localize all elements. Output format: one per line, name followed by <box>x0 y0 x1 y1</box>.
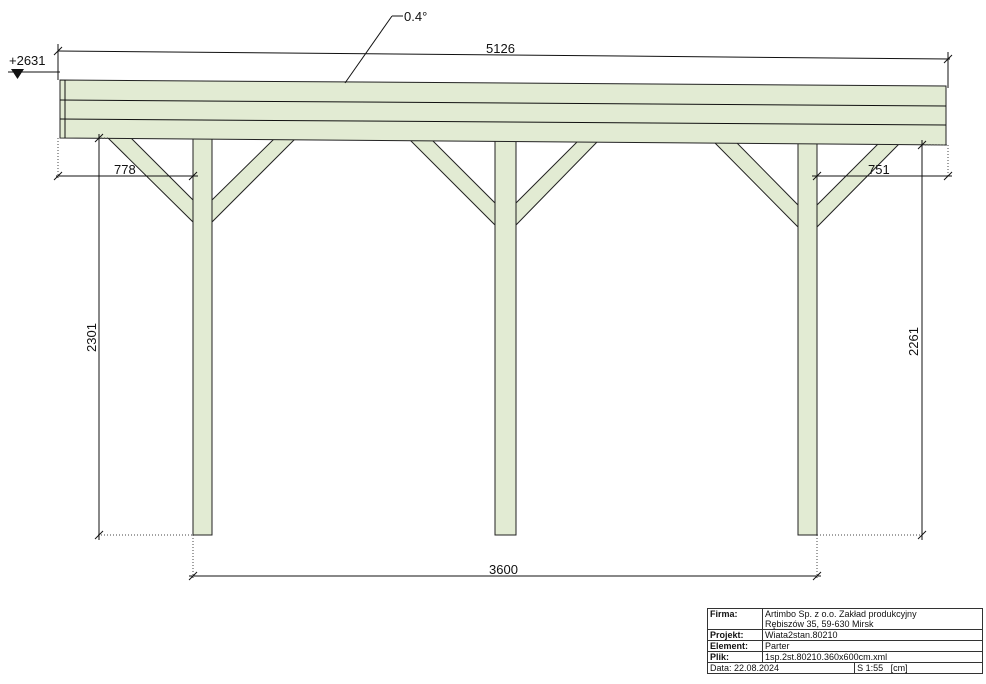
firma-label: Firma: <box>707 608 763 630</box>
dimension-left-height: 2301 <box>84 133 104 540</box>
right-overhang-label: 751 <box>868 162 890 177</box>
plik-label: Plik: <box>707 651 763 663</box>
scale-value: S 1:55 <box>857 663 884 673</box>
title-row-firma: Firma: Artimbo Sp. z o.o. Zakład produkc… <box>707 608 983 630</box>
total-length-label: 5126 <box>486 41 515 56</box>
dimension-right-height: 2261 <box>906 140 927 540</box>
title-row-element: Element: Parter <box>707 640 983 652</box>
posts <box>192 136 818 536</box>
slope-annotation: 0.4° <box>344 9 427 84</box>
post-span-label: 3600 <box>489 562 518 577</box>
left-overhang-label: 778 <box>114 162 136 177</box>
dimension-right-overhang: 751 <box>812 162 953 181</box>
title-block: Firma: Artimbo Sp. z o.o. Zakład produkc… <box>706 608 983 674</box>
brace-right-outer <box>712 141 799 229</box>
plik-value: 1sp.2st.80210.360x600cm.xml <box>762 651 983 663</box>
firma-line2: Rębiszów 35, 59-630 Mirsk <box>765 619 874 629</box>
title-row-projekt: Projekt: Wiata2stan.80210 <box>707 629 983 641</box>
brace-middle-right <box>515 140 600 227</box>
title-row-date: Data: 22.08.2024 S 1:55 [cm] <box>706 662 983 674</box>
brace-right-inner <box>816 142 902 229</box>
elevation-label: +2631 <box>9 53 46 68</box>
post-right <box>797 140 818 536</box>
right-height-label: 2261 <box>906 327 921 356</box>
date-value: Data: 22.08.2024 <box>706 662 856 674</box>
carport-elevation-drawing: 5126 0.4° +2631 778 751 2301 2261 3600 <box>8 9 953 581</box>
elevation-triangle-icon <box>11 69 24 79</box>
unit-value: [cm] <box>890 663 908 673</box>
element-label: Element: <box>707 640 763 652</box>
left-height-label: 2301 <box>84 323 99 352</box>
brace-left-outer <box>106 137 194 224</box>
firma-value: Artimbo Sp. z o.o. Zakład produkcyjny Rę… <box>762 608 983 630</box>
brace-middle-left <box>408 139 496 227</box>
roof-beam <box>59 79 947 146</box>
dimension-post-span: 3600 <box>188 562 822 581</box>
projekt-value: Wiata2stan.80210 <box>762 629 983 641</box>
projekt-label: Projekt: <box>707 629 763 641</box>
element-value: Parter <box>762 640 983 652</box>
post-middle <box>494 138 517 536</box>
brace-left-inner <box>211 138 297 224</box>
firma-line1: Artimbo Sp. z o.o. Zakład produkcyjny <box>765 609 917 619</box>
title-row-plik: Plik: 1sp.2st.80210.360x600cm.xml <box>707 651 983 663</box>
roof-beam-body <box>59 79 947 146</box>
post-left <box>192 136 213 536</box>
slope-label: 0.4° <box>404 9 427 24</box>
elevation-marker: +2631 <box>8 53 60 79</box>
dimension-left-overhang: 778 <box>53 162 198 181</box>
scale-cell: S 1:55 [cm] <box>854 662 983 674</box>
